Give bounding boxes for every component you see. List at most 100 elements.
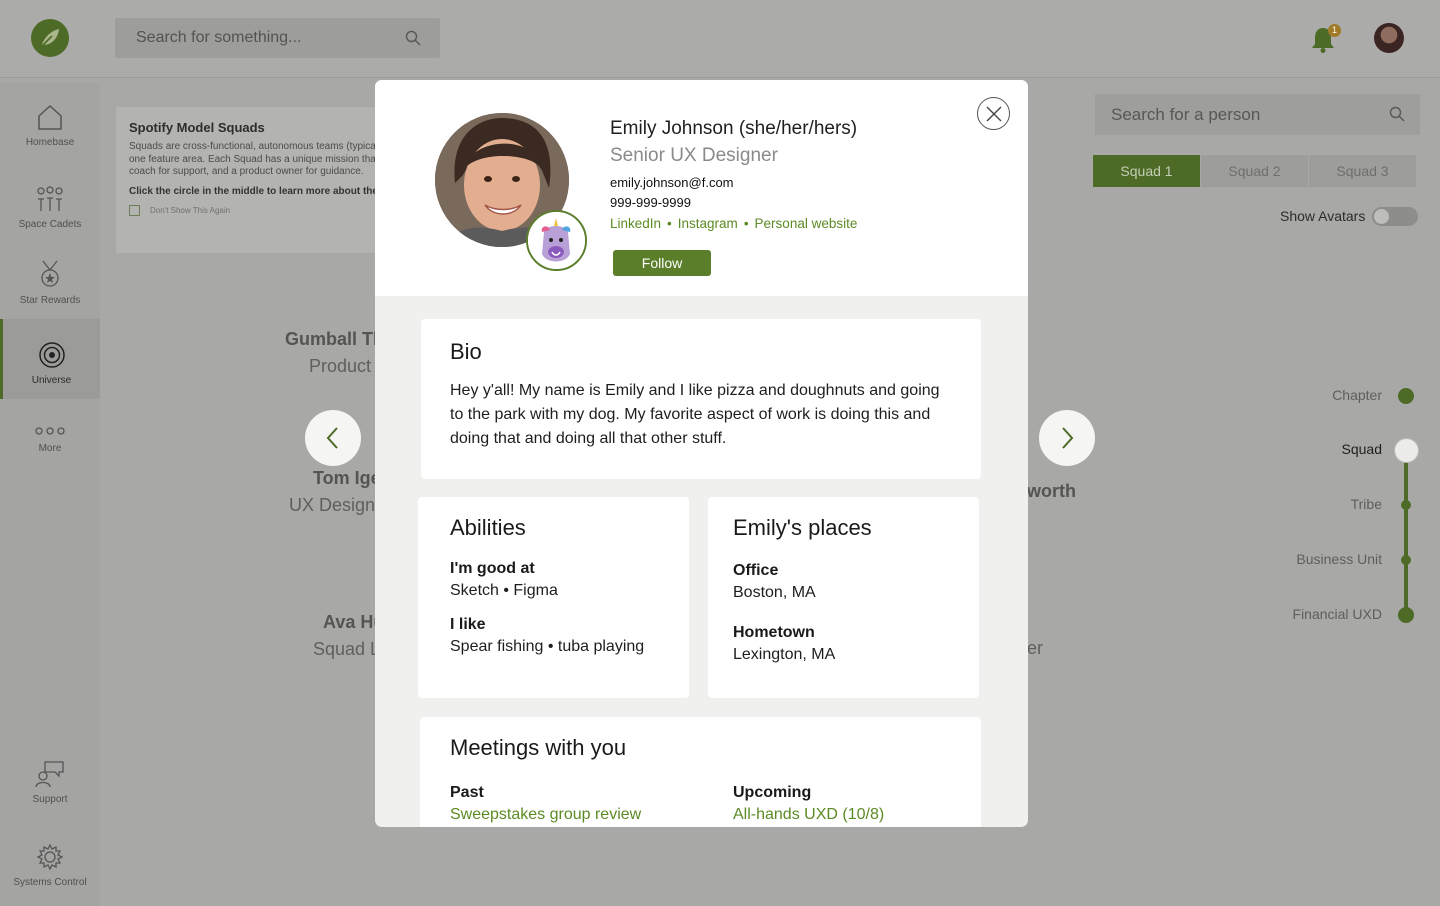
places-card: Emily's places Office Boston, MA Hometow…	[708, 497, 979, 698]
close-modal-button[interactable]	[977, 97, 1010, 130]
level-tribe[interactable]: Tribe	[1351, 496, 1382, 512]
tab-squad-3[interactable]: Squad 3	[1309, 155, 1417, 187]
medal-icon	[41, 260, 59, 287]
likes-value: Spear fishing • tuba playing	[450, 638, 645, 655]
profile-modal: Emily Johnson (she/her/hers) Senior UX D…	[375, 80, 1028, 827]
sidebar-item-label: Homebase	[25, 137, 75, 148]
level-financial-uxd[interactable]: Financial UXD	[1293, 606, 1382, 622]
squads-info-card: Spotify Model Squads Squads are cross-fu…	[116, 107, 384, 253]
level-dot[interactable]	[1398, 607, 1414, 623]
bg-person-role: Product	[309, 356, 372, 376]
person-search-placeholder: Search for a person	[1111, 105, 1261, 124]
sidebar: Homebase Space Cadets Star Rewards Unive…	[0, 83, 100, 906]
sidebar-item-label: Support	[32, 794, 68, 805]
sidebar-item-space-cadets[interactable]: Space Cadets	[0, 185, 100, 230]
app-logo[interactable]	[31, 19, 69, 57]
target-icon	[38, 342, 65, 368]
show-avatars-toggle[interactable]	[1372, 207, 1418, 226]
good-at-value: Sketch • Figma	[450, 582, 558, 599]
places-heading: Emily's places	[733, 515, 872, 540]
instagram-link[interactable]: Instagram	[678, 216, 738, 231]
sidebar-item-label: Universe	[31, 375, 72, 386]
past-label: Past	[450, 784, 484, 801]
more-icon	[35, 427, 65, 435]
bg-person-name[interactable]: worth	[1027, 481, 1076, 502]
global-search-input[interactable]: Search for something...	[115, 18, 440, 58]
personal-website-link[interactable]: Personal website	[755, 216, 858, 231]
bg-person-role: Squad L	[313, 639, 381, 659]
level-slider-handle[interactable]	[1394, 438, 1419, 463]
info-card-body: Squads are cross-functional, autonomous …	[129, 141, 384, 177]
bio-heading: Bio	[450, 339, 482, 364]
profile-links: LinkedIn • Instagram • Personal website	[610, 216, 857, 231]
profile-phone[interactable]: 999-999-9999	[610, 195, 691, 210]
level-dot[interactable]	[1398, 388, 1414, 404]
next-profile-button[interactable]	[1039, 410, 1095, 466]
hometown-label: Hometown	[733, 624, 815, 641]
bg-person-role: UX Designe	[289, 495, 386, 515]
gear-icon	[36, 843, 64, 871]
search-icon[interactable]	[1389, 106, 1405, 122]
chevron-right-icon	[1062, 427, 1074, 449]
past-meetings: Past Sweepstakes group review	[450, 784, 641, 824]
tab-squad-1[interactable]: Squad 1	[1093, 155, 1201, 187]
notification-badge: 1	[1328, 24, 1341, 37]
link-separator: •	[667, 216, 672, 231]
sidebar-item-systems-control[interactable]: Systems Control	[0, 843, 100, 888]
avatar-badge	[526, 210, 587, 271]
close-icon	[986, 106, 1002, 122]
profile-header: Emily Johnson (she/her/hers) Senior UX D…	[375, 80, 1028, 296]
abilities-card: Abilities I'm good at Sketch • Figma I l…	[418, 497, 689, 698]
upcoming-label: Upcoming	[733, 784, 812, 801]
bio-text: Hey y'all! My name is Emily and I like p…	[450, 382, 940, 447]
office-label: Office	[733, 562, 779, 579]
linkedin-link[interactable]: LinkedIn	[610, 216, 661, 231]
search-icon[interactable]	[405, 30, 421, 46]
toggle-knob	[1374, 209, 1389, 224]
bg-person-name[interactable]: Tom Ige	[313, 468, 381, 489]
search-placeholder: Search for something...	[136, 29, 302, 46]
past-meeting-link[interactable]: Sweepstakes group review	[450, 806, 641, 824]
meetings-card: Meetings with you Past Sweepstakes group…	[420, 717, 981, 827]
sidebar-item-universe[interactable]: Universe	[0, 319, 100, 399]
abilities-heading: Abilities	[450, 515, 526, 540]
profile-email[interactable]: emily.johnson@f.com	[610, 175, 734, 190]
sidebar-item-star-rewards[interactable]: Star Rewards	[0, 259, 100, 306]
person-search-input[interactable]: Search for a person	[1095, 94, 1420, 135]
profile-name: Emily Johnson (she/her/hers)	[610, 118, 858, 139]
meetings-heading: Meetings with you	[450, 735, 627, 760]
upcoming-meeting-link[interactable]: All-hands UXD (10/8)	[733, 806, 884, 824]
level-dot[interactable]	[1401, 555, 1411, 565]
upcoming-meetings: Upcoming All-hands UXD (10/8)	[733, 784, 884, 824]
office-value: Boston, MA	[733, 584, 816, 601]
link-separator: •	[743, 216, 749, 231]
top-bar: Search for something... 1	[0, 0, 1440, 78]
leaf-icon	[40, 29, 59, 48]
user-avatar[interactable]	[1374, 23, 1404, 53]
sidebar-item-label: Star Rewards	[19, 295, 81, 306]
info-card-cta: Click the circle in the middle to learn …	[129, 185, 384, 197]
home-icon	[38, 104, 62, 130]
checkbox-box[interactable]	[129, 204, 140, 216]
sidebar-item-support[interactable]: Support	[0, 760, 100, 805]
bg-person-role: er	[1027, 638, 1044, 658]
sidebar-item-label: Systems Control	[13, 877, 87, 888]
likes-label: I like	[450, 616, 486, 633]
bg-person-name[interactable]: Gumball Th	[285, 329, 384, 350]
level-dot[interactable]	[1401, 500, 1411, 510]
sidebar-item-more[interactable]: More	[0, 425, 100, 454]
level-chapter[interactable]: Chapter	[1332, 387, 1382, 403]
previous-profile-button[interactable]	[305, 410, 361, 466]
level-squad[interactable]: Squad	[1342, 441, 1382, 457]
info-card-title: Spotify Model Squads	[129, 120, 265, 135]
sidebar-item-homebase[interactable]: Homebase	[0, 103, 100, 148]
dont-show-checkbox[interactable]: Don't Show This Again	[129, 204, 384, 216]
good-at-label: I'm good at	[450, 560, 535, 577]
dont-show-label: Don't Show This Again	[150, 205, 231, 215]
level-business-unit[interactable]: Business Unit	[1296, 551, 1382, 567]
follow-button[interactable]: Follow	[613, 250, 711, 276]
chat-support-icon	[35, 761, 64, 788]
show-avatars-label: Show Avatars	[1280, 208, 1366, 224]
tab-squad-2[interactable]: Squad 2	[1201, 155, 1309, 187]
level-slider-track[interactable]	[1404, 453, 1408, 616]
